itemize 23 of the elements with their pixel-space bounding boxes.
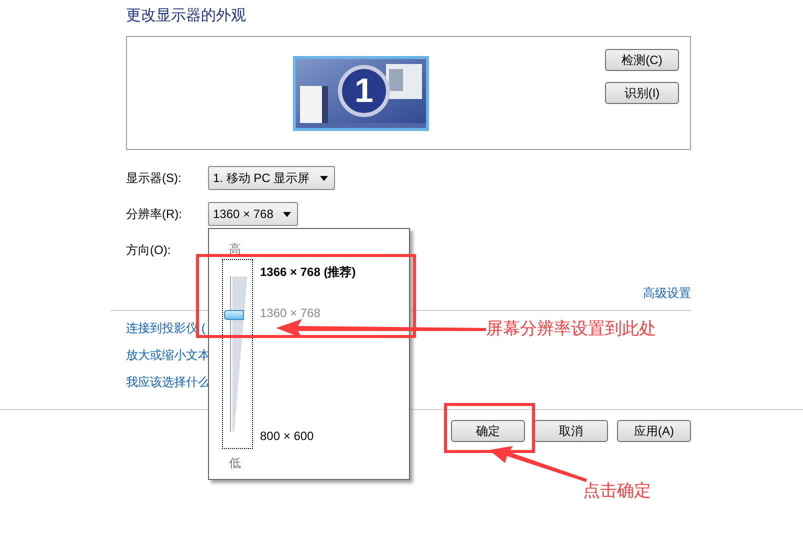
dialog-button[interactable]: 确定 xyxy=(451,420,525,442)
section-heading: 更改显示器的外观 xyxy=(126,6,247,24)
caret-icon xyxy=(320,176,328,180)
annotation-text: 点击确定 xyxy=(583,480,651,502)
preview-button[interactable]: 识别(I) xyxy=(605,82,679,104)
monitor-number: 1 xyxy=(354,74,374,108)
dialog-button[interactable]: 应用(A) xyxy=(617,420,691,442)
preview-button[interactable]: 检测(C) xyxy=(605,49,679,71)
dropdown[interactable]: 1360 × 768 xyxy=(208,202,298,226)
resolution-option[interactable]: 1366 × 768 (推荐) xyxy=(260,263,356,281)
dropdown[interactable]: 1. 移动 PC 显示屏 xyxy=(208,166,335,190)
slider-thumb[interactable] xyxy=(224,310,244,320)
field-label: 显示器(S): xyxy=(126,170,182,187)
field-label: 分辨率(R): xyxy=(126,206,183,223)
dialog-button[interactable]: 取消 xyxy=(534,420,608,442)
annotation-text: 屏幕分辨率设置到此处 xyxy=(486,318,656,340)
slider-track[interactable] xyxy=(222,259,253,449)
resolution-option[interactable]: 800 × 600 xyxy=(260,427,314,445)
advanced-settings-link[interactable]: 高级设置 xyxy=(643,284,691,302)
field-label: 方向(O): xyxy=(126,242,172,259)
caret-icon xyxy=(283,212,292,216)
low-label: 低 xyxy=(229,455,241,472)
high-label: 高 xyxy=(229,241,241,258)
